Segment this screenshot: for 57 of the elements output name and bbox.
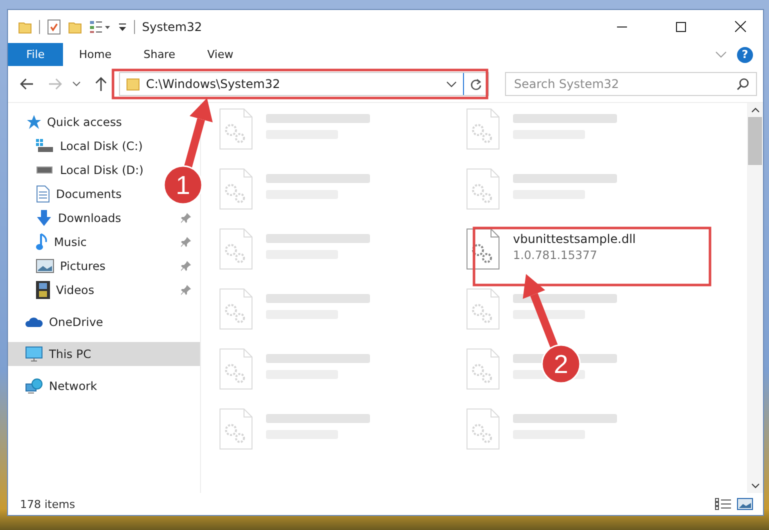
search-icon [737, 78, 749, 90]
scrollbar-thumb[interactable] [748, 117, 762, 165]
large-icons-view-icon[interactable] [737, 498, 753, 510]
system-drive-icon [36, 139, 54, 153]
navigation-item[interactable]: OneDrive [8, 310, 112, 334]
recent-caret-icon[interactable] [72, 81, 81, 87]
step-number-badge: 1 [163, 165, 203, 205]
dropdown-caret-icon[interactable] [446, 80, 457, 88]
forward-arrow-icon[interactable] [48, 78, 62, 90]
back-arrow-icon[interactable] [20, 78, 34, 90]
navigation-item[interactable]: Documents [8, 182, 130, 206]
close-icon [734, 21, 746, 32]
star-icon [25, 114, 41, 130]
annotation-arrow [184, 98, 213, 169]
search-field[interactable]: Search System32 [505, 72, 757, 96]
ribbon-tab[interactable]: View [191, 43, 250, 66]
customize-caret-icon[interactable] [118, 22, 127, 32]
up-arrow-icon[interactable] [95, 77, 107, 91]
help-button[interactable]: ? [737, 46, 753, 62]
file-description: 1.0.781.15377 [513, 248, 598, 262]
film-strip-icon [36, 281, 50, 299]
address-bar[interactable]: C:\Windows\System32 [119, 72, 489, 96]
navigation-item[interactable]: Local Disk (C:) [8, 134, 151, 158]
navigation-item[interactable]: Network [8, 374, 106, 398]
cloud-icon [25, 316, 43, 328]
ribbon-tab[interactable]: Home [63, 43, 128, 66]
properties-icon[interactable] [47, 18, 61, 34]
maximize-icon [676, 22, 686, 32]
drive-icon [36, 166, 54, 174]
navigation-item[interactable]: Quick access [8, 110, 130, 134]
scroll-down-icon[interactable] [750, 483, 760, 489]
refresh-icon[interactable] [470, 78, 482, 90]
window-title: System32 [142, 20, 202, 34]
folder-icon [126, 77, 140, 91]
view-options-icon[interactable] [89, 20, 111, 34]
details-view-icon[interactable] [715, 498, 731, 510]
step-number-badge: 2 [541, 344, 581, 384]
file-name: vbunittestsample.dll [513, 232, 636, 246]
navigation-item[interactable]: Music [8, 230, 200, 254]
file-tab[interactable]: File [8, 43, 63, 66]
music-note-icon [36, 233, 48, 251]
navigation-item[interactable]: Downloads [8, 206, 200, 230]
ribbon-tab[interactable]: Share [127, 43, 192, 66]
folder-icon[interactable] [18, 20, 32, 34]
scrollbar[interactable] [747, 103, 763, 493]
monitor-icon [25, 346, 43, 362]
item-count: 178 items [20, 498, 76, 510]
network-icon [25, 378, 43, 394]
expand-ribbon-icon[interactable] [715, 50, 727, 58]
navigation-item[interactable]: This PC [8, 342, 200, 366]
download-arrow-icon [36, 209, 52, 227]
navigation-item[interactable]: Videos [8, 278, 200, 302]
navigation-item[interactable]: Pictures [8, 254, 200, 278]
new-folder-icon[interactable] [68, 20, 82, 34]
document-icon [36, 185, 50, 203]
scroll-up-icon[interactable] [750, 107, 760, 113]
picture-icon [36, 259, 54, 273]
